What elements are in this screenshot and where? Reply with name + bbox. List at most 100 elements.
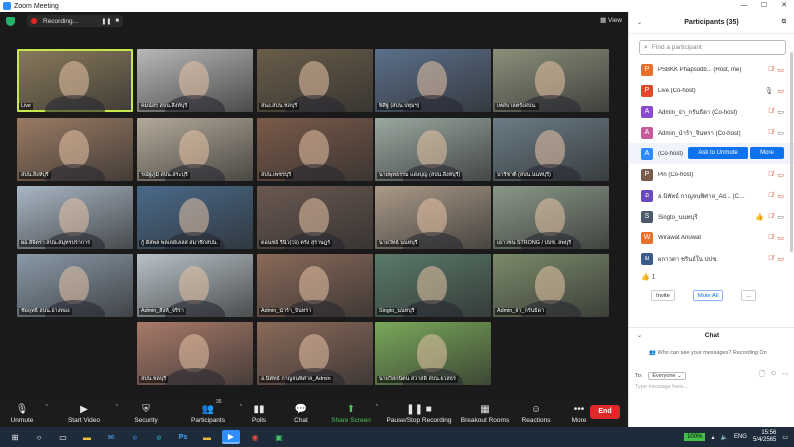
close-button[interactable]: ✕ xyxy=(774,0,794,12)
participant-row[interactable]: A (Co-host) Ask to Unmute More xyxy=(629,143,794,164)
video-tile[interactable]: Live xyxy=(17,49,133,112)
video-tile[interactable]: Admin_สิงห์_จรีรา xyxy=(137,254,253,317)
chat-message-input[interactable]: Type message here... xyxy=(635,384,688,390)
ask-to-unmute-button[interactable]: Ask to Unmute xyxy=(688,147,748,159)
participant-scrollbar[interactable] xyxy=(790,52,793,252)
video-off-icon: ▭ xyxy=(777,192,784,200)
participant-count-badge: 35 xyxy=(216,399,222,405)
pause-recording-icon[interactable]: ❚❚ xyxy=(101,18,111,25)
participant-row[interactable]: P PSBKK Phapsodb... (Host, me) 🎙̸ ▭ xyxy=(629,59,794,80)
pause-recording-button[interactable]: ❚❚ ■ Pause/Stop Recording xyxy=(384,398,454,427)
invite-button[interactable]: Invite xyxy=(651,289,675,301)
polls-button[interactable]: ▮▮ Polls xyxy=(244,398,274,427)
volume-icon[interactable]: 🔈 xyxy=(720,434,727,441)
start-video-label: Start Video xyxy=(67,417,101,424)
participant-silhouette xyxy=(59,130,89,168)
chevron-down-icon[interactable]: ⌄ xyxy=(637,19,642,26)
video-tile[interactable]: นายพุทธรรม แสงบุญ (สปน.สิงห์บุรี) xyxy=(375,118,491,181)
video-tile[interactable]: ดอนชธ์ รินิว(ใจ) ตรัง สุราษฎร์ xyxy=(257,186,373,249)
end-meeting-button[interactable]: End xyxy=(590,405,620,419)
video-tile[interactable]: นายวัทธ์ นนทบุรี xyxy=(375,186,491,249)
chevron-up-icon[interactable]: ^ xyxy=(46,404,48,410)
bar-chart-icon: ▮▮ xyxy=(253,404,265,415)
participant-more-button[interactable]: More xyxy=(750,147,784,159)
video-tile[interactable]: กู้ ดิสพล พลเลย์เลลส สมาชิกสปน. xyxy=(137,186,253,249)
participant-search-input[interactable]: ⌕ Find a participant xyxy=(639,40,786,55)
participant-status-icons: 🎙̸ ▭ xyxy=(768,234,784,242)
thumbs-up-icon: 👍 xyxy=(641,274,650,281)
video-tile[interactable]: นายวิสกนิตน สวาสดิ์ สปน.ยโสธร xyxy=(375,322,491,385)
unmute-label: Unmute xyxy=(10,417,34,424)
windows-start-icon[interactable]: ⊞ xyxy=(6,430,24,444)
chat-button[interactable]: 💬 Chat xyxy=(286,398,316,427)
chevron-down-icon[interactable]: ⌄ xyxy=(637,332,642,339)
clock[interactable]: 15:56 5/4/2565 xyxy=(753,430,776,444)
video-tile[interactable]: ผอ.ลิจิตรา สปน.สมุทรปราการ xyxy=(17,186,133,249)
video-tile[interactable]: Admin_จ่า_กรันธิดา xyxy=(493,254,609,317)
minimize-button[interactable]: — xyxy=(734,0,754,12)
video-tile[interactable]: รณัฐภูมิ สปน.สระบุรี xyxy=(137,118,253,181)
video-tile[interactable]: อ.นิพัทธ์ กาญจนพิศาล_Admin xyxy=(257,322,373,385)
video-tile[interactable]: สปน.ชลบุรี xyxy=(137,322,253,385)
internet-explorer-icon[interactable]: e xyxy=(126,430,144,444)
video-tile[interactable]: ชัยฤทธิ์ สปน.อ่างทอง xyxy=(17,254,133,317)
network-icon[interactable]: ▴ xyxy=(711,434,714,441)
video-tile[interactable]: พิสิฐ (สปน.ปทุมฯ) xyxy=(375,49,491,112)
language-indicator[interactable]: ENG xyxy=(734,434,747,440)
video-tile[interactable]: สปน.สิงห์บุรี xyxy=(17,118,133,181)
chevron-up-icon[interactable]: ^ xyxy=(240,404,242,410)
mail-icon[interactable]: ✉ xyxy=(102,430,120,444)
security-button[interactable]: ⛨ Security xyxy=(124,398,168,427)
video-tile[interactable]: Admin_นำร้า_จินทรา xyxy=(257,254,373,317)
mute-all-button[interactable]: Mute All xyxy=(692,289,724,301)
video-tile[interactable]: ปาริชาติ (สปน.นนทบุรี) xyxy=(493,118,609,181)
file-icon[interactable]: 🗋 xyxy=(759,370,765,381)
participant-row[interactable]: P Live (Co-host) 🎙 ▭ xyxy=(629,80,794,101)
video-tile[interactable]: เทศบาลตรังสปน. xyxy=(493,49,609,112)
unmute-button[interactable]: 🎙 Unmute ^ xyxy=(0,398,48,427)
line-icon[interactable]: ▣ xyxy=(270,430,288,444)
video-tile[interactable]: คมน์สร สปน.สิงห์บุรี xyxy=(137,49,253,112)
chrome-icon[interactable]: ◉ xyxy=(246,430,264,444)
participants-button[interactable]: 👥 35 Participants ^ xyxy=(178,398,242,427)
participant-name-label: เยาวชน STRONG / ปปช. ลพบุรี xyxy=(495,240,574,247)
more-options-button[interactable]: ... xyxy=(741,289,757,301)
stop-recording-icon[interactable]: ■ xyxy=(115,18,119,24)
chevron-up-icon[interactable]: ^ xyxy=(116,404,118,410)
participant-row[interactable]: W Wirawat Anuwat 🎙̸ ▭ xyxy=(629,227,794,248)
participant-row[interactable]: P Pin (Co-host) 🎙̸ ▭ xyxy=(629,164,794,185)
folder-icon[interactable]: ▬ xyxy=(198,430,216,444)
video-tile[interactable]: สปน.เพชรบุรี xyxy=(257,118,373,181)
start-video-button[interactable]: ▶ Start Video ^ xyxy=(54,398,118,427)
file-explorer-icon[interactable]: ▬ xyxy=(78,430,96,444)
video-off-icon: ▭ xyxy=(777,87,784,95)
chevron-up-icon[interactable]: ^ xyxy=(376,404,378,410)
emoji-icon[interactable]: ☺ xyxy=(770,370,777,381)
recipient-select[interactable]: Everyone ⌄ xyxy=(648,371,686,380)
edge-icon[interactable]: e xyxy=(150,430,168,444)
clock-date: 5/4/2565 xyxy=(752,437,777,443)
ellipsis-icon[interactable]: ⋯ xyxy=(782,370,789,381)
zoom-taskbar-icon[interactable]: ▶ xyxy=(222,430,240,444)
chat-visibility-info[interactable]: 👥 Who can see your messages? Recording O… xyxy=(649,350,767,356)
notifications-icon[interactable]: ▭ xyxy=(782,434,788,441)
participant-row[interactable]: A Admin_จ่า_กรันธิดา (Co-host) 🎙̸ ▭ xyxy=(629,101,794,122)
search-icon[interactable]: ○ xyxy=(30,430,48,444)
breakout-rooms-button[interactable]: ▦ Breakout Rooms xyxy=(458,398,512,427)
task-view-icon[interactable]: ▭ xyxy=(54,430,72,444)
view-button[interactable]: ▦ View xyxy=(600,16,622,24)
pop-out-icon[interactable]: ⧉ xyxy=(782,19,786,26)
participant-row[interactable]: S Singto_นนทบุรี 👍 🎙̸ ▭ xyxy=(629,206,794,227)
video-tile[interactable]: เยาวชน STRONG / ปปช. ลพบุรี xyxy=(493,186,609,249)
participant-row[interactable]: A Admin_นำร้า_จินทรา (Co-host) 🎙̸ ▭ xyxy=(629,122,794,143)
share-screen-button[interactable]: ⬆ Share Screen ^ xyxy=(328,398,378,427)
photoshop-icon[interactable]: Ps xyxy=(174,430,192,444)
shield-icon[interactable] xyxy=(6,16,15,26)
reactions-button[interactable]: ☺ Reactions xyxy=(516,398,556,427)
video-tile[interactable]: Singto_นนทบุรี xyxy=(375,254,491,317)
video-tile[interactable]: สนง.สปน.ชลบุรี xyxy=(257,49,373,112)
participant-row[interactable]: อ อ.นิพัทธ์ กาญจนพิศาล_Ad... (Co-host) 🎙̸▭ xyxy=(629,185,794,206)
battery-indicator[interactable]: 100% xyxy=(684,433,706,441)
maximize-button[interactable]: ☐ xyxy=(754,0,774,12)
participant-row[interactable]: ผ ผกาวดา ชรินธ์ใน ปปช. 🎙̸ ▭ xyxy=(629,248,794,269)
